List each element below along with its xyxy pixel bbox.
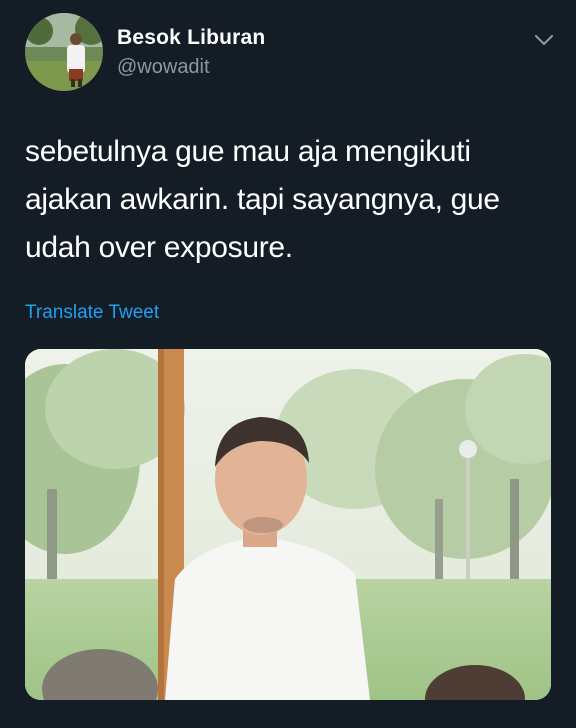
avatar-photo bbox=[25, 13, 103, 91]
author-avatar[interactable] bbox=[25, 13, 103, 91]
translate-tweet-link[interactable]: Translate Tweet bbox=[25, 302, 159, 324]
tweet-text-line: ajakan awkarin. tapi sayangnya, gue bbox=[25, 183, 500, 216]
author-name[interactable]: Besok Liburan bbox=[117, 26, 265, 50]
tweet-text-line: udah over exposure. bbox=[25, 231, 293, 264]
tweet-media-photo[interactable] bbox=[25, 349, 551, 700]
tweet-text-line: sebetulnya gue mau aja mengikuti bbox=[25, 135, 471, 168]
photo-image bbox=[25, 349, 551, 700]
author-handle[interactable]: @wowadit bbox=[117, 56, 210, 79]
tweet-header: Besok Liburan @wowadit bbox=[0, 0, 576, 100]
tweet-text: sebetulnya gue mau aja mengikuti ajakan … bbox=[25, 128, 545, 272]
chevron-down-icon[interactable] bbox=[532, 30, 556, 50]
